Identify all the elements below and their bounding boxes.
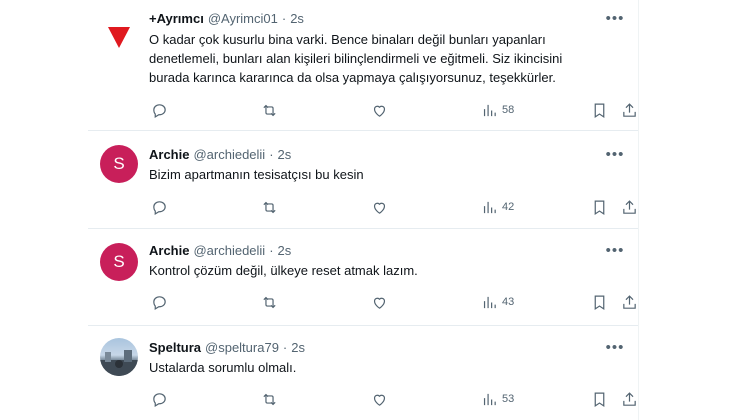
avatar[interactable] [100, 338, 138, 376]
timestamp[interactable]: 2s [291, 340, 305, 355]
share-button[interactable] [621, 197, 638, 217]
like-button[interactable] [371, 292, 388, 312]
view-count: 42 [502, 201, 515, 213]
heart-icon [373, 394, 386, 406]
analytics-icon [483, 393, 496, 405]
avatar[interactable] [100, 18, 138, 56]
avatar[interactable]: S [100, 243, 138, 281]
display-name[interactable]: +Ayrımcı [149, 11, 204, 26]
reply-tweet[interactable]: +Ayrımcı @Ayrimci01 · 2s ••• O kadar çok… [88, 0, 638, 131]
share-icon [623, 102, 636, 117]
views-button[interactable]: 42 [481, 197, 514, 217]
heart-icon [373, 202, 386, 214]
bookmark-icon [594, 392, 605, 407]
more-options-icon[interactable]: ••• [606, 338, 624, 356]
profile-photo-icon [100, 350, 138, 376]
like-button[interactable] [371, 100, 388, 120]
bookmark-button[interactable] [591, 292, 608, 312]
reply-icon [153, 392, 166, 407]
red-triangle-icon [108, 27, 130, 48]
views-button[interactable]: 58 [481, 100, 514, 120]
tweet-header: Archie @archiedelii · 2s [149, 241, 291, 259]
user-handle[interactable]: @archiedelii [193, 147, 265, 162]
timestamp[interactable]: 2s [278, 147, 292, 162]
like-button[interactable] [371, 389, 388, 409]
retweet-icon [263, 296, 276, 308]
reply-feed: +Ayrımcı @Ayrimci01 · 2s ••• O kadar çok… [88, 0, 639, 420]
separator-dot: · [282, 339, 288, 355]
retweet-button[interactable] [261, 197, 278, 217]
bookmark-icon [594, 200, 605, 215]
share-button[interactable] [621, 389, 638, 409]
tweet-text: O kadar çok kusurlu bina varki. Bence bi… [149, 32, 563, 85]
reply-button[interactable] [151, 100, 168, 120]
separator-dot: · [281, 10, 287, 26]
action-bar: 58 [149, 100, 639, 120]
reply-button[interactable] [151, 292, 168, 312]
timestamp[interactable]: 2s [290, 11, 304, 26]
view-count: 43 [502, 296, 515, 308]
retweet-icon [263, 104, 276, 116]
tweet-header: +Ayrımcı @Ayrimci01 · 2s [149, 9, 304, 27]
retweet-button[interactable] [261, 292, 278, 312]
bookmark-button[interactable] [591, 389, 608, 409]
more-options-icon[interactable]: ••• [606, 9, 624, 27]
user-handle[interactable]: @archiedelii [193, 243, 265, 258]
analytics-icon [483, 104, 496, 116]
tweet-header: Archie @archiedelii · 2s [149, 145, 291, 163]
more-options-icon[interactable]: ••• [606, 145, 624, 163]
tweet-header: Speltura @speltura79 · 2s [149, 338, 305, 356]
display-name[interactable]: Archie [149, 147, 189, 162]
views-button[interactable]: 43 [481, 292, 514, 312]
separator-dot: · [269, 242, 274, 258]
tweet-text: Ustalarda sorumlu olmalı. [149, 360, 297, 375]
view-count: 58 [502, 104, 515, 116]
share-icon [623, 199, 636, 214]
bookmark-button[interactable] [591, 197, 608, 217]
avatar[interactable]: S [100, 145, 138, 183]
reply-tweet[interactable]: S Archie @archiedelii · 2s ••• Kontrol ç… [88, 229, 638, 326]
heart-icon [373, 105, 386, 117]
analytics-icon [483, 201, 496, 213]
reply-icon [153, 200, 166, 215]
display-name[interactable]: Speltura [149, 340, 201, 355]
reply-button[interactable] [151, 197, 168, 217]
retweet-button[interactable] [261, 100, 278, 120]
separator-dot: · [269, 146, 274, 162]
share-icon [623, 391, 636, 406]
share-button[interactable] [621, 292, 638, 312]
retweet-icon [263, 393, 276, 405]
bookmark-icon [594, 103, 605, 118]
analytics-icon [483, 296, 496, 308]
like-button[interactable] [371, 197, 388, 217]
more-options-icon[interactable]: ••• [606, 241, 624, 259]
action-bar: 42 [149, 197, 639, 217]
view-count: 53 [502, 393, 515, 405]
share-button[interactable] [621, 100, 638, 120]
reply-tweet[interactable]: S Archie @archiedelii · 2s ••• Bizim apa… [88, 131, 638, 229]
retweet-icon [263, 201, 276, 213]
bookmark-button[interactable] [591, 100, 608, 120]
heart-icon [373, 297, 386, 309]
display-name[interactable]: Archie [149, 243, 189, 258]
action-bar: 53 [149, 389, 639, 409]
reply-tweet[interactable]: Speltura @speltura79 · 2s ••• Ustalarda … [88, 326, 638, 420]
user-handle[interactable]: @speltura79 [205, 340, 279, 355]
share-icon [623, 294, 636, 309]
reply-icon [153, 103, 166, 118]
tweet-text: Kontrol çözüm değil, ülkeye reset atmak … [149, 263, 418, 278]
tweet-text: Bizim apartmanın tesisatçısı bu kesin [149, 167, 364, 182]
views-button[interactable]: 53 [481, 389, 514, 409]
retweet-button[interactable] [261, 389, 278, 409]
reply-button[interactable] [151, 389, 168, 409]
timestamp[interactable]: 2s [278, 243, 292, 258]
bookmark-icon [594, 295, 605, 310]
user-handle[interactable]: @Ayrimci01 [208, 11, 278, 26]
reply-icon [153, 295, 166, 310]
action-bar: 43 [149, 292, 639, 312]
